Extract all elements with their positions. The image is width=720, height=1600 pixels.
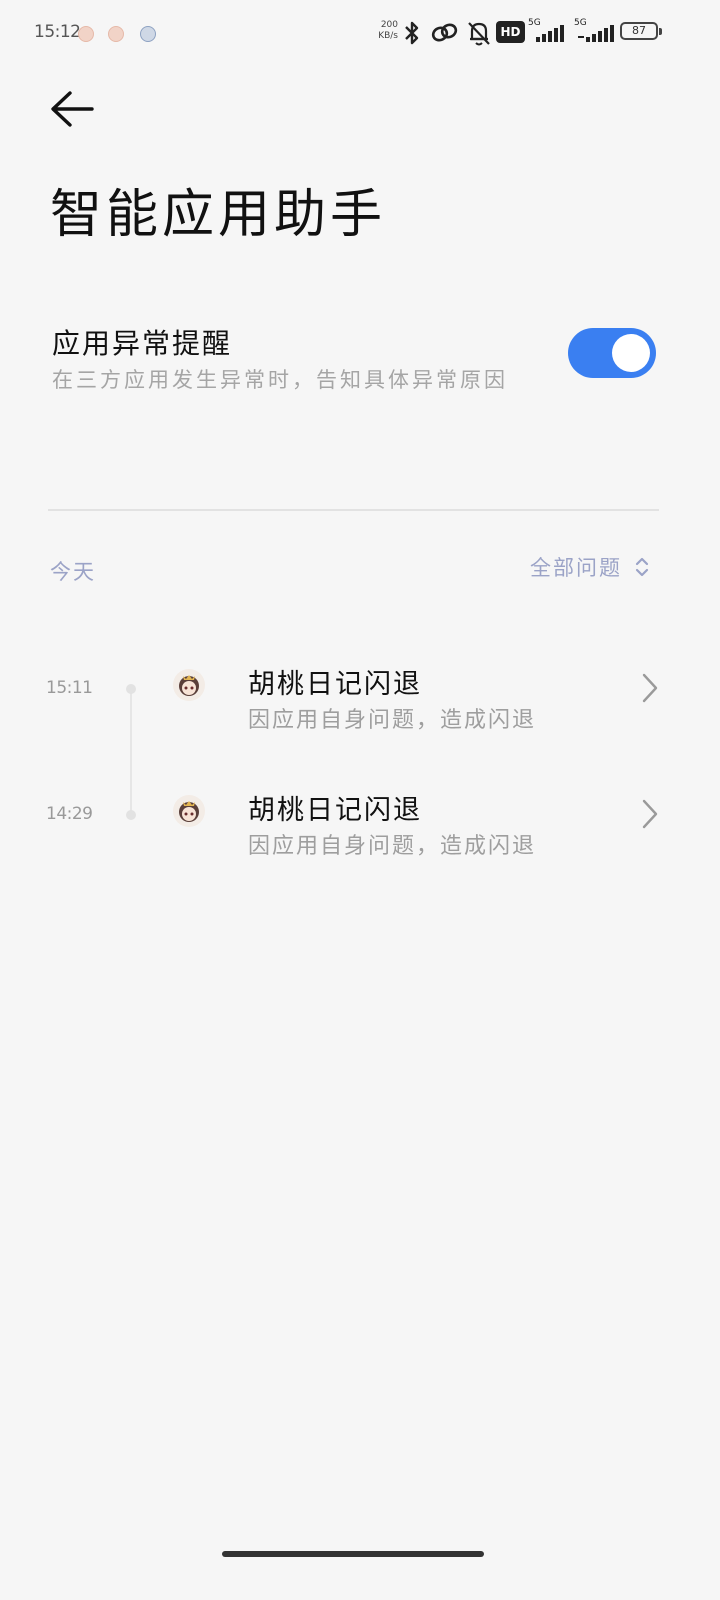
bell-muted-icon xyxy=(468,22,490,46)
setting-description: 在三方应用发生异常时，告知具体异常原因 xyxy=(52,368,508,392)
app-anomaly-alert-setting[interactable]: 应用异常提醒 在三方应用发生异常时，告知具体异常原因 xyxy=(50,318,660,398)
network-speed-value: 200 xyxy=(380,20,398,30)
event-title: 胡桃日记闪退 xyxy=(248,795,422,826)
filter-dropdown[interactable]: 全部问题 xyxy=(530,552,649,586)
back-button[interactable] xyxy=(48,88,100,130)
section-date-label: 今天 xyxy=(50,560,96,584)
event-reason: 因应用自身问题，造成闪退 xyxy=(248,708,537,733)
hutao-diary-app-icon xyxy=(173,795,205,827)
network-speed: 200 KB/s xyxy=(376,20,398,42)
setting-title: 应用异常提醒 xyxy=(52,327,233,360)
chevron-updown-icon xyxy=(635,557,649,577)
home-indicator[interactable] xyxy=(222,1551,484,1557)
signal-icon xyxy=(578,25,614,42)
chevron-right-icon xyxy=(642,799,658,829)
status-time: 15:12 xyxy=(34,22,81,42)
event-title: 胡桃日记闪退 xyxy=(248,669,422,700)
bluetooth-icon xyxy=(405,21,419,45)
network-speed-unit: KB/s xyxy=(378,31,398,41)
battery-icon: 87 xyxy=(620,22,658,40)
hutao-diary-app-icon xyxy=(173,669,205,701)
notification-app-icon xyxy=(108,26,124,42)
event-reason: 因应用自身问题，造成闪退 xyxy=(248,834,537,859)
app-anomaly-alert-toggle[interactable] xyxy=(568,328,656,378)
filter-label: 全部问题 xyxy=(530,556,622,580)
compass-icon xyxy=(140,26,156,42)
battery-tip xyxy=(659,28,662,35)
chevron-right-icon xyxy=(642,673,658,703)
arrow-left-icon xyxy=(51,91,94,127)
hd-badge: HD xyxy=(496,21,525,43)
timeline-dot xyxy=(126,810,136,820)
toggle-knob xyxy=(612,334,650,372)
event-time: 15:11 xyxy=(46,678,93,698)
event-time: 14:29 xyxy=(46,804,93,824)
status-bar: 15:12 200 KB/s HD 5G 5G 87 xyxy=(0,0,720,66)
event-row[interactable]: 15:11 胡桃日记闪退 因应用自身问题，造成闪退 xyxy=(0,656,720,746)
event-row[interactable]: 14:29 胡桃日记闪退 因应用自身问题，造成闪退 xyxy=(0,782,720,872)
page-title: 智能应用助手 xyxy=(50,185,387,245)
timeline-dot xyxy=(126,684,136,694)
notification-app-icon xyxy=(78,26,94,42)
signal-icon xyxy=(536,25,564,42)
divider xyxy=(48,509,659,511)
link-icon xyxy=(431,23,458,42)
battery-level: 87 xyxy=(632,24,646,37)
